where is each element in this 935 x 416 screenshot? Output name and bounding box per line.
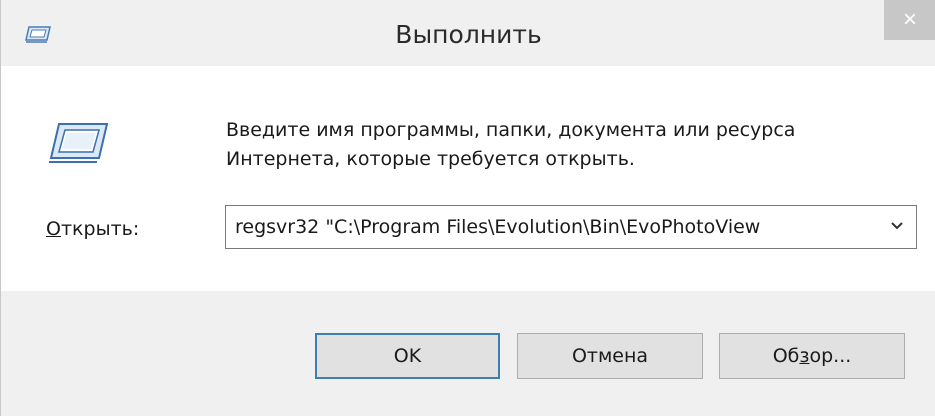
browse-label-accelerator: з (799, 345, 810, 367)
description-line: Введите имя программы, папки, документа … (226, 119, 796, 141)
description-text: Введите имя программы, папки, документа … (226, 116, 926, 174)
browse-button[interactable]: Обзор... (719, 333, 905, 379)
command-input[interactable]: regsvr32 "C:\Program Files\Evolution\Bin… (226, 206, 876, 248)
description-line: Интернета, которые требуется открыть. (226, 148, 635, 170)
open-label-text: ткрыть: (60, 218, 140, 240)
ok-button[interactable]: OK (315, 333, 500, 379)
button-bar: OK Отмена Обзор... (1, 291, 935, 416)
open-combobox[interactable]: regsvr32 "C:\Program Files\Evolution\Bin… (225, 205, 917, 249)
title-bar: Выполнить × (1, 0, 935, 66)
run-dialog: Выполнить × Введите имя программы, папки… (0, 0, 935, 416)
chevron-down-icon (890, 218, 904, 236)
dialog-content: Введите имя программы, папки, документа … (1, 66, 935, 291)
dropdown-button[interactable] (878, 206, 916, 248)
cancel-button[interactable]: Отмена (517, 333, 703, 379)
browse-label-start: Об (772, 345, 800, 367)
run-icon (45, 118, 109, 168)
close-button[interactable]: × (884, 0, 935, 40)
browse-label-end: ор... (809, 345, 852, 367)
open-label: Открыть: (46, 218, 139, 240)
close-icon: × (902, 6, 917, 33)
open-label-accelerator: О (46, 218, 61, 240)
window-title: Выполнить (395, 20, 542, 49)
